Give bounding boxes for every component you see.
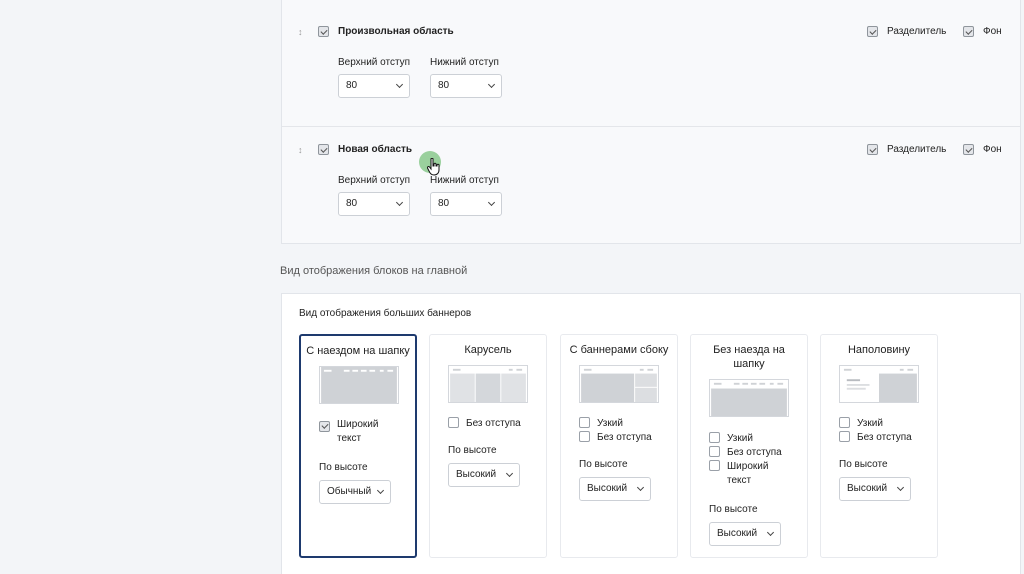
chevron-down-icon (636, 483, 645, 492)
top-padding-value: 80 (346, 198, 358, 209)
chevron-down-icon (487, 198, 496, 207)
option-narrow[interactable]: Узкий (709, 432, 753, 446)
bottom-padding-value: 80 (438, 198, 450, 209)
areas-panel: ↕ Произвольная область Разделитель Фон В… (281, 0, 1021, 244)
chevron-down-icon (376, 486, 385, 495)
card-title: Без наезда на шапку (713, 344, 785, 370)
divider-checkbox[interactable] (867, 26, 878, 37)
height-label: По высоте (319, 462, 368, 473)
height-select[interactable]: Высокий (709, 522, 781, 546)
option-narrow[interactable]: Узкий (839, 417, 883, 431)
height-label: По высоте (448, 445, 497, 456)
layout-preview-icon (319, 366, 399, 404)
height-value: Высокий (587, 483, 628, 494)
height-select[interactable]: Высокий (579, 477, 651, 501)
option-no-padding[interactable]: Без отступа (839, 431, 912, 445)
background-label: Фон (983, 26, 1002, 37)
card-title: Наполовину (847, 344, 911, 356)
banner-card-side-banners[interactable]: С баннерами сбоку Узкий Без отступа По в… (560, 334, 678, 558)
background-checkbox[interactable] (963, 144, 974, 155)
height-label: По высоте (839, 459, 888, 470)
option-narrow[interactable]: Узкий (579, 417, 623, 431)
chevron-down-icon (505, 469, 514, 478)
bottom-padding-value: 80 (438, 80, 450, 91)
drag-handle-icon[interactable]: ↕ (298, 145, 303, 155)
area-enabled-checkbox[interactable] (318, 144, 329, 155)
chevron-down-icon (766, 528, 775, 537)
height-label: По высоте (709, 504, 758, 515)
option-label: Широкий текст (337, 419, 379, 444)
layout-preview-icon (579, 365, 659, 403)
area-title: Новая область (338, 144, 413, 155)
bottom-padding-label: Нижний отступ (430, 175, 499, 186)
area-row: ↕ Новая область Разделитель Фон Верхний … (282, 126, 1020, 244)
no-padding-checkbox[interactable] (839, 431, 850, 442)
option-label: Широкий текст (727, 461, 769, 486)
divider-label: Разделитель (887, 26, 947, 37)
option-label: Без отступа (857, 432, 912, 443)
narrow-checkbox[interactable] (709, 432, 720, 443)
panel-title: Вид отображения больших баннеров (299, 308, 472, 319)
option-label: Узкий (597, 418, 623, 429)
chevron-down-icon (896, 483, 905, 492)
option-label: Узкий (727, 433, 753, 444)
height-select[interactable]: Обычный (319, 480, 391, 504)
background-label: Фон (983, 144, 1002, 155)
option-label: Без отступа (727, 447, 782, 458)
option-no-padding[interactable]: Без отступа (448, 417, 521, 431)
divider-checkbox[interactable] (867, 144, 878, 155)
option-label: Без отступа (597, 432, 652, 443)
area-row: ↕ Произвольная область Разделитель Фон В… (282, 0, 1020, 118)
height-value: Обычный (327, 486, 372, 497)
drag-handle-icon[interactable]: ↕ (298, 27, 303, 37)
top-padding-select[interactable]: 80 (338, 74, 410, 98)
banner-card-no-overlap[interactable]: Без наезда на шапку Узкий Без отступа Ши… (690, 334, 808, 558)
card-title: Карусель (464, 344, 512, 356)
divider-label: Разделитель (887, 144, 947, 155)
height-label: По высоте (579, 459, 628, 470)
banners-panel: Вид отображения больших баннеров С наезд… (281, 293, 1021, 574)
narrow-checkbox[interactable] (579, 417, 590, 428)
chevron-down-icon (395, 80, 404, 89)
banner-card-overlap-header[interactable]: С наездом на шапку Широкий текст По высо… (299, 334, 417, 558)
card-title: С наездом на шапку (306, 345, 410, 357)
no-padding-checkbox[interactable] (448, 417, 459, 428)
card-title: С баннерами сбоку (569, 344, 669, 356)
wide-text-checkbox[interactable] (709, 460, 720, 471)
area-enabled-checkbox[interactable] (318, 26, 329, 37)
top-padding-label: Верхний отступ (338, 57, 411, 68)
bottom-padding-select[interactable]: 80 (430, 74, 502, 98)
background-checkbox[interactable] (963, 26, 974, 37)
no-padding-checkbox[interactable] (709, 446, 720, 457)
option-no-padding[interactable]: Без отступа (709, 446, 782, 460)
option-no-padding[interactable]: Без отступа (579, 431, 652, 445)
hand-cursor-icon (427, 158, 440, 176)
bottom-padding-select[interactable]: 80 (430, 192, 502, 216)
layout-preview-icon (448, 365, 528, 403)
option-label: Без отступа (466, 418, 521, 429)
option-label: Узкий (857, 418, 883, 429)
top-padding-select[interactable]: 80 (338, 192, 410, 216)
height-value: Высокий (847, 483, 888, 494)
height-select[interactable]: Высокий (839, 477, 911, 501)
banner-card-half[interactable]: Наполовину Узкий Без отступа По высоте В… (820, 334, 938, 558)
layout-preview-icon (709, 379, 789, 417)
no-padding-checkbox[interactable] (579, 431, 590, 442)
chevron-down-icon (395, 198, 404, 207)
banner-card-carousel[interactable]: Карусель Без отступа По высоте Высокий (429, 334, 547, 558)
height-select[interactable]: Высокий (448, 463, 520, 487)
area-title: Произвольная область (338, 26, 454, 37)
option-wide-text[interactable]: Широкий текст (319, 418, 389, 446)
bottom-padding-label: Нижний отступ (430, 57, 499, 68)
height-value: Высокий (717, 528, 758, 539)
layout-preview-icon (839, 365, 919, 403)
section-title: Вид отображения блоков на главной (280, 265, 468, 277)
top-padding-value: 80 (346, 80, 358, 91)
option-wide-text[interactable]: Широкий текст (709, 460, 779, 488)
wide-text-checkbox[interactable] (319, 420, 330, 432)
height-value: Высокий (456, 469, 497, 480)
top-padding-label: Верхний отступ (338, 175, 411, 186)
narrow-checkbox[interactable] (839, 417, 850, 428)
chevron-down-icon (487, 80, 496, 89)
